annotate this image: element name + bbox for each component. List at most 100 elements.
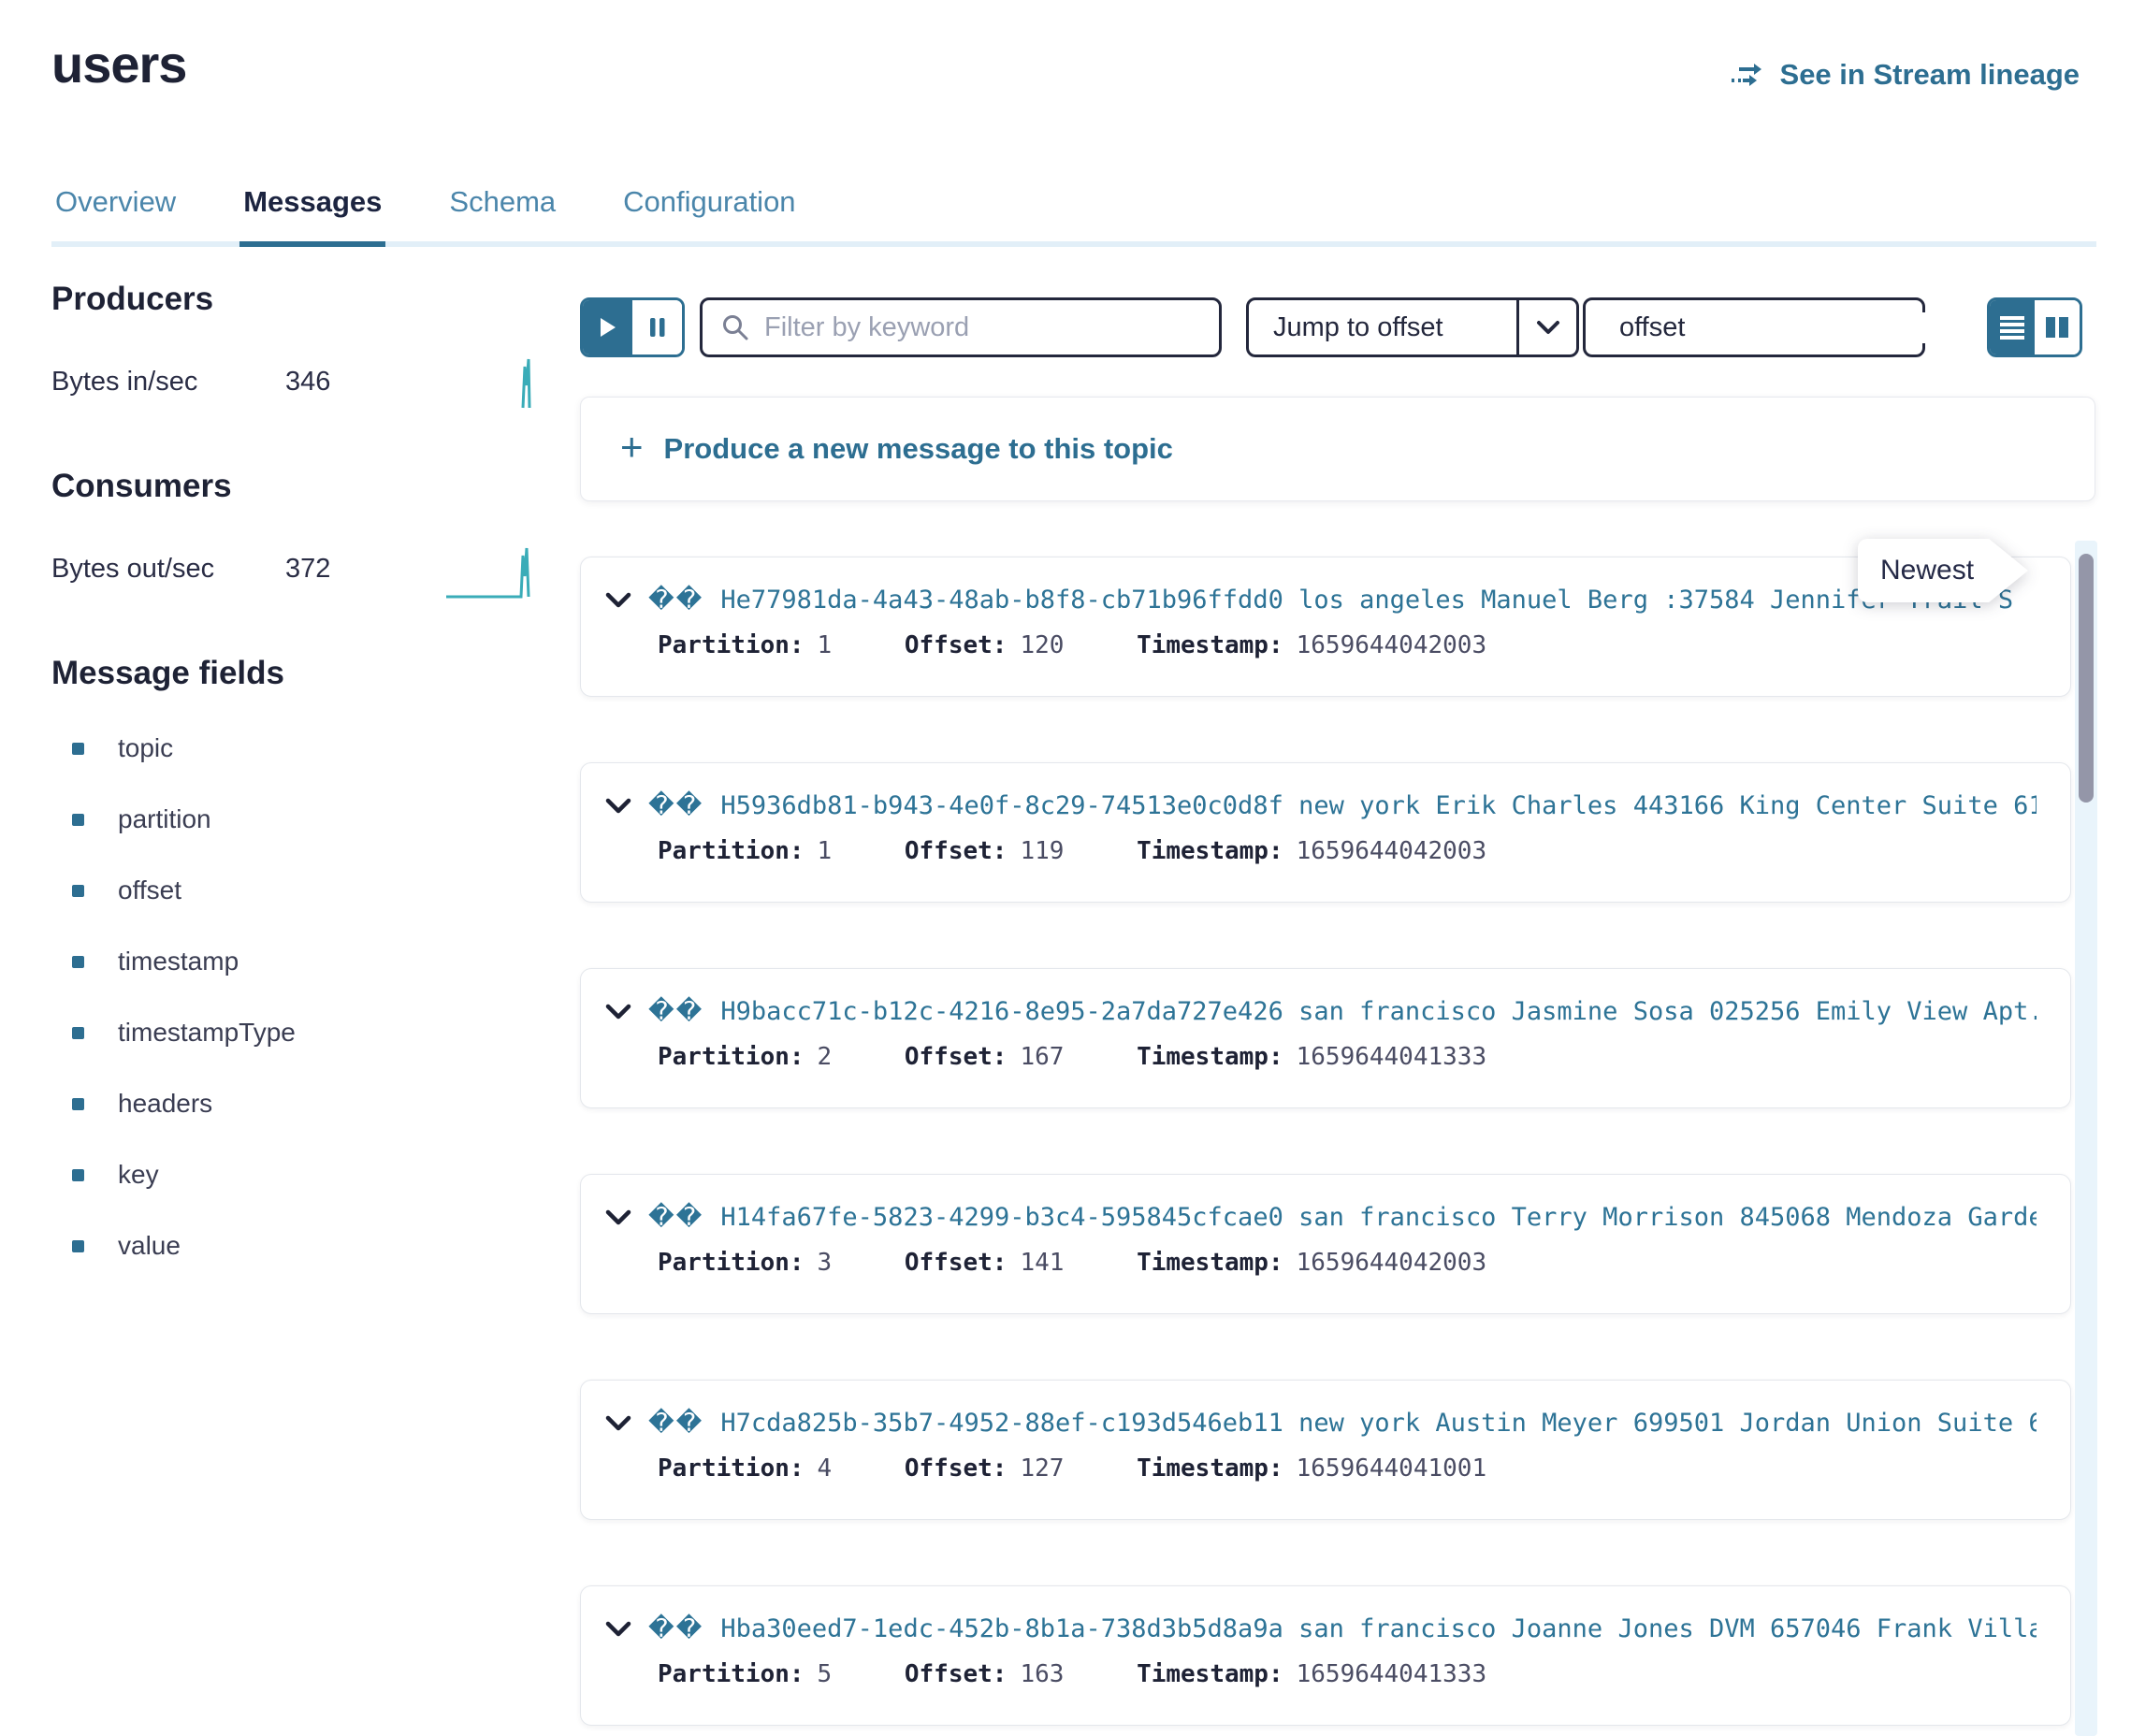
field-item-topic[interactable]: topic	[51, 733, 538, 763]
bullet-icon	[72, 814, 84, 826]
list-view-button[interactable]	[1990, 300, 2035, 354]
message-summary: H14fa67fe-5823-4299-b3c4-595845cfcae0 sa…	[720, 1203, 2037, 1232]
message-fields-heading: Message fields	[51, 655, 538, 692]
field-item-key[interactable]: key	[51, 1160, 538, 1190]
partition-label: Partition:	[658, 1454, 805, 1483]
offset-value: 163	[1020, 1660, 1064, 1688]
field-item-headers[interactable]: headers	[51, 1089, 538, 1119]
expand-chevron-icon[interactable]	[605, 798, 631, 815]
stream-lineage-link[interactable]: See in Stream lineage	[1730, 58, 2080, 92]
messages-toolbar: Jump to offset	[580, 297, 2095, 357]
producers-heading: Producers	[51, 281, 538, 318]
filter-input[interactable]	[764, 312, 1200, 343]
play-button[interactable]	[583, 300, 632, 354]
produce-message-label: Produce a new message to this topic	[664, 432, 1173, 466]
field-item-partition[interactable]: partition	[51, 804, 538, 834]
offset-value: 167	[1020, 1043, 1064, 1071]
field-item-offset[interactable]: offset	[51, 875, 538, 905]
bullet-icon	[72, 885, 84, 897]
partition-value: 1	[818, 837, 833, 865]
offset-label: Offset:	[905, 1454, 1008, 1483]
message-list-scrollbar[interactable]	[2075, 541, 2097, 1736]
key-glyph-icon: ��	[648, 1614, 703, 1643]
offset-search-field	[1583, 297, 1925, 357]
scrollbar-thumb[interactable]	[2079, 554, 2094, 803]
expand-chevron-icon[interactable]	[605, 592, 631, 609]
newest-tooltip: Newest	[1858, 539, 2028, 602]
play-icon	[599, 316, 617, 339]
tab-messages[interactable]: Messages	[239, 185, 385, 241]
expand-chevron-icon[interactable]	[605, 1415, 631, 1432]
offset-label: Offset:	[905, 1660, 1008, 1688]
field-item-value[interactable]: value	[51, 1231, 538, 1261]
message-card[interactable]: �� Hba30eed7-1edc-452b-8b1a-738d3b5d8a9a…	[580, 1585, 2071, 1726]
field-item-timestamp[interactable]: timestamp	[51, 947, 538, 976]
bytes-in-value: 346	[285, 367, 330, 398]
offset-label: Offset:	[905, 837, 1008, 865]
consumers-heading: Consumers	[51, 468, 538, 505]
timestamp-value: 1659644042003	[1297, 1249, 1487, 1277]
offset-value: 127	[1020, 1454, 1064, 1483]
expand-chevron-icon[interactable]	[605, 1621, 631, 1638]
timestamp-label: Timestamp:	[1137, 837, 1283, 865]
bytes-out-value: 372	[285, 554, 330, 585]
page-title: users	[51, 34, 186, 94]
jump-to-offset-select[interactable]: Jump to offset	[1246, 297, 1579, 357]
tab-overview[interactable]: Overview	[51, 185, 180, 241]
lineage-arrow-icon	[1730, 61, 1767, 89]
plus-icon: +	[620, 427, 644, 467]
bytes-out-sparkline	[444, 541, 538, 605]
timestamp-value: 1659644041333	[1297, 1043, 1487, 1071]
partition-label: Partition:	[658, 1249, 805, 1277]
bullet-icon	[72, 1027, 84, 1039]
offset-search-input[interactable]	[1619, 312, 1972, 343]
bullet-icon	[72, 1098, 84, 1110]
bullet-icon	[72, 743, 84, 755]
column-view-button[interactable]	[2035, 300, 2080, 354]
key-glyph-icon: ��	[648, 586, 703, 615]
newest-tooltip-label: Newest	[1880, 555, 1974, 586]
message-card[interactable]: �� H7cda825b-35b7-4952-88ef-c193d546eb11…	[580, 1380, 2071, 1520]
pause-icon	[649, 316, 666, 339]
message-card[interactable]: �� H9bacc71c-b12c-4216-8e95-2a7da727e426…	[580, 968, 2071, 1108]
bytes-in-sparkline	[500, 354, 538, 418]
tab-configuration[interactable]: Configuration	[619, 185, 799, 241]
timestamp-label: Timestamp:	[1137, 1043, 1283, 1071]
bytes-in-label: Bytes in/sec	[51, 367, 285, 398]
timestamp-value: 1659644041001	[1297, 1454, 1487, 1483]
produce-message-button[interactable]: + Produce a new message to this topic	[580, 397, 2095, 501]
partition-value: 4	[818, 1454, 833, 1483]
offset-label: Offset:	[905, 631, 1008, 659]
message-card[interactable]: �� H14fa67fe-5823-4299-b3c4-595845cfcae0…	[580, 1174, 2071, 1314]
key-glyph-icon: ��	[648, 1409, 703, 1438]
column-view-icon	[2045, 315, 2069, 340]
pause-button[interactable]	[632, 300, 682, 354]
list-view-icon	[2000, 315, 2024, 340]
bullet-icon	[72, 956, 84, 968]
partition-label: Partition:	[658, 1043, 805, 1071]
partition-label: Partition:	[658, 631, 805, 659]
field-item-timestampType[interactable]: timestampType	[51, 1018, 538, 1048]
message-summary: H5936db81-b943-4e0f-8c29-74513e0c0d8f ne…	[720, 791, 2037, 820]
message-card[interactable]: �� He77981da-4a43-48ab-b8f8-cb71b96ffdd0…	[580, 557, 2071, 697]
view-toggle	[1987, 297, 2082, 357]
partition-value: 1	[818, 631, 833, 659]
key-glyph-icon: ��	[648, 791, 703, 820]
timestamp-value: 1659644042003	[1297, 837, 1487, 865]
bullet-icon	[72, 1240, 84, 1252]
partition-label: Partition:	[658, 1660, 805, 1688]
filter-field	[700, 297, 1222, 357]
message-card[interactable]: �� H5936db81-b943-4e0f-8c29-74513e0c0d8f…	[580, 762, 2071, 903]
play-pause-group	[580, 297, 685, 357]
offset-label: Offset:	[905, 1043, 1008, 1071]
tabbar: Overview Messages Schema Configuration	[51, 185, 2096, 247]
offset-value: 120	[1020, 631, 1064, 659]
timestamp-label: Timestamp:	[1137, 631, 1283, 659]
bullet-icon	[72, 1169, 84, 1181]
partition-value: 3	[818, 1249, 833, 1277]
offset-value: 141	[1020, 1249, 1064, 1277]
expand-chevron-icon[interactable]	[605, 1209, 631, 1226]
partition-label: Partition:	[658, 837, 805, 865]
tab-schema[interactable]: Schema	[445, 185, 559, 241]
expand-chevron-icon[interactable]	[605, 1004, 631, 1020]
